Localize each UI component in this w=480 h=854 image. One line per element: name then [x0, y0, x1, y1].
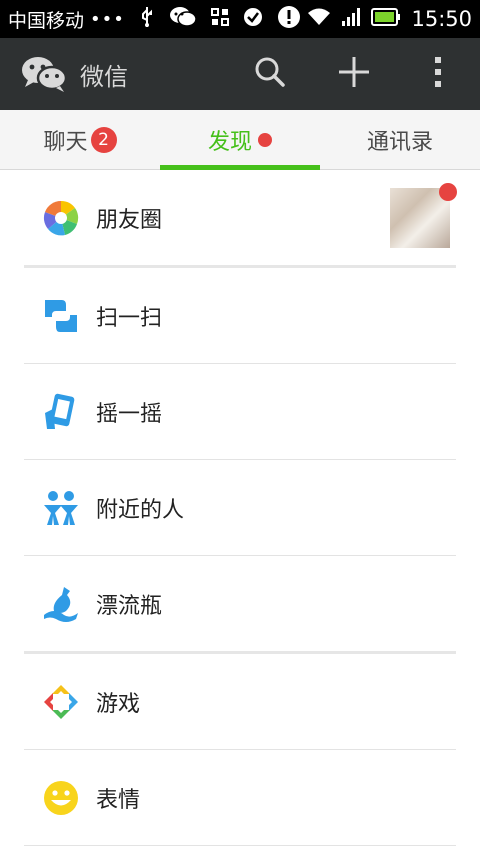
battery-icon	[371, 8, 401, 30]
carrier-name: 中国移动	[8, 9, 85, 32]
shake-icon	[41, 392, 81, 432]
tab-chats[interactable]: 聊天 2	[0, 110, 160, 169]
people-nearby-icon	[41, 488, 81, 528]
list-item-scan[interactable]: 扫一扫	[0, 268, 480, 363]
tab-label: 发现	[207, 129, 252, 155]
clock: 15:50	[411, 7, 472, 31]
plus-icon	[338, 56, 370, 92]
list-item-drift-bottle[interactable]: 漂流瓶	[0, 556, 480, 651]
list-item-nearby[interactable]: 附近的人	[0, 460, 480, 555]
status-bar: 中国移动 ••• 15:50	[0, 0, 480, 38]
list-item-label: 扫一扫	[96, 305, 163, 331]
list-item-games[interactable]: 游戏	[0, 654, 480, 749]
list-item-label: 朋友圈	[96, 207, 163, 233]
wechat-logo-icon	[20, 54, 68, 94]
wifi-icon	[307, 7, 331, 31]
signal-dots: •••	[90, 8, 125, 30]
search-icon	[255, 57, 285, 91]
signal-icon	[341, 7, 361, 31]
scan-icon	[41, 296, 81, 336]
list-item-stickers[interactable]: 表情	[0, 750, 480, 845]
overflow-menu-button[interactable]	[396, 38, 480, 110]
discover-list: 朋友圈 扫一扫 摇一摇 附近的人 漂流瓶 游戏 表情	[0, 170, 480, 846]
list-item-moments[interactable]: 朋友圈	[0, 170, 480, 265]
tab-label: 通讯录	[366, 129, 433, 155]
list-item-label: 附近的人	[96, 497, 185, 523]
list-item-label: 表情	[96, 787, 141, 813]
new-dot-badge	[258, 132, 272, 147]
qr-icon	[210, 8, 229, 30]
add-button[interactable]	[312, 38, 396, 110]
new-dot-badge	[439, 183, 457, 201]
overflow-menu-icon	[434, 56, 442, 92]
main-tabs: 聊天 2 发现 通讯录	[0, 110, 480, 170]
list-item-label: 摇一摇	[96, 401, 163, 427]
tab-label: 聊天	[43, 129, 88, 155]
search-button[interactable]	[228, 38, 312, 110]
usb-icon	[139, 6, 155, 32]
list-item-shake[interactable]: 摇一摇	[0, 364, 480, 459]
drift-bottle-icon	[41, 584, 81, 624]
wechat-notification-icon	[169, 6, 197, 32]
action-bar: 微信	[0, 38, 480, 110]
tab-contacts[interactable]: 通讯录	[320, 110, 480, 169]
smiley-icon	[41, 778, 81, 818]
alert-icon	[277, 5, 301, 33]
list-item-label: 漂流瓶	[96, 593, 163, 619]
tab-discover[interactable]: 发现	[160, 110, 320, 170]
moments-icon	[41, 198, 81, 238]
list-item-label: 游戏	[96, 691, 141, 717]
app-title: 微信	[80, 62, 128, 91]
check-circle-icon	[243, 7, 263, 31]
divider	[24, 845, 456, 846]
unread-badge: 2	[90, 126, 117, 153]
games-icon	[41, 682, 81, 722]
